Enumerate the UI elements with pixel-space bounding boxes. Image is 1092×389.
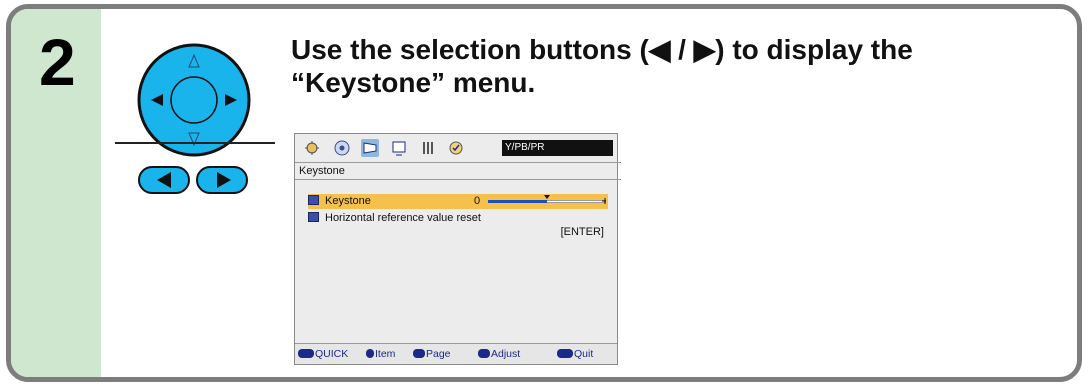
step-number: 2 [39, 25, 76, 99]
osd-menu: Y/PB/PR Keystone Keystone 0 Horizontal r… [294, 133, 621, 365]
menu-key-icon [298, 349, 314, 358]
disc-icon[interactable] [333, 139, 351, 157]
input-source-label: Y/PB/PR [502, 140, 613, 156]
keystone-tab[interactable] [361, 139, 379, 157]
keystone-value: 0 [474, 195, 481, 207]
horizontal-reset-label: Horizontal reference value reset [325, 212, 481, 224]
footer-adjust: Adjust [478, 344, 520, 364]
slider-marker-icon [544, 195, 550, 199]
footer-quick: QUICK [298, 344, 348, 364]
heading-line-2: “Keystone” menu. [291, 67, 536, 98]
step-column: 2 [11, 9, 101, 377]
footer-page: Page [413, 344, 451, 364]
keystone-label: Keystone [325, 195, 371, 207]
left-arrow-icon [157, 172, 171, 188]
picture-adjust-icon[interactable] [303, 139, 321, 157]
adjust-key-icon [478, 349, 490, 358]
screen-icon[interactable] [390, 139, 408, 157]
footer-item: Item [366, 344, 395, 364]
keystone-item-icon [308, 195, 319, 205]
right-arrow-icon [217, 172, 231, 188]
reset-item-icon [308, 212, 319, 222]
enter-label: [ENTER] [560, 226, 604, 238]
page-key-icon [413, 349, 425, 358]
plus-icon [602, 198, 606, 204]
updown-key-icon [366, 349, 374, 358]
footer-quit: Quit [557, 344, 593, 364]
divider [115, 142, 275, 144]
osd-menu-body: Keystone 0 Horizontal reference value re… [298, 182, 614, 342]
instruction-panel: 2 Use the selection buttons (◀ / ▶) to d… [6, 4, 1082, 382]
options-icon[interactable] [447, 139, 465, 157]
setup-icon[interactable] [419, 139, 437, 157]
keystone-slider[interactable] [488, 195, 606, 204]
left-button[interactable] [138, 166, 190, 194]
horizontal-reset-row[interactable]: Horizontal reference value reset [308, 211, 481, 226]
osd-footer: QUICK Item Page Adjust Quit [295, 343, 617, 364]
exit-key-icon [557, 349, 573, 358]
instruction-heading: Use the selection buttons (◀ / ▶) to dis… [291, 33, 1077, 99]
right-button[interactable] [196, 166, 248, 194]
osd-tab-bar: Y/PB/PR [295, 134, 617, 162]
osd-menu-title: Keystone [295, 162, 621, 180]
keystone-tab-icon [363, 142, 377, 154]
heading-line-1: Use the selection buttons (◀ / ▶) to dis… [291, 34, 913, 65]
keystone-row[interactable]: Keystone 0 [308, 194, 608, 209]
